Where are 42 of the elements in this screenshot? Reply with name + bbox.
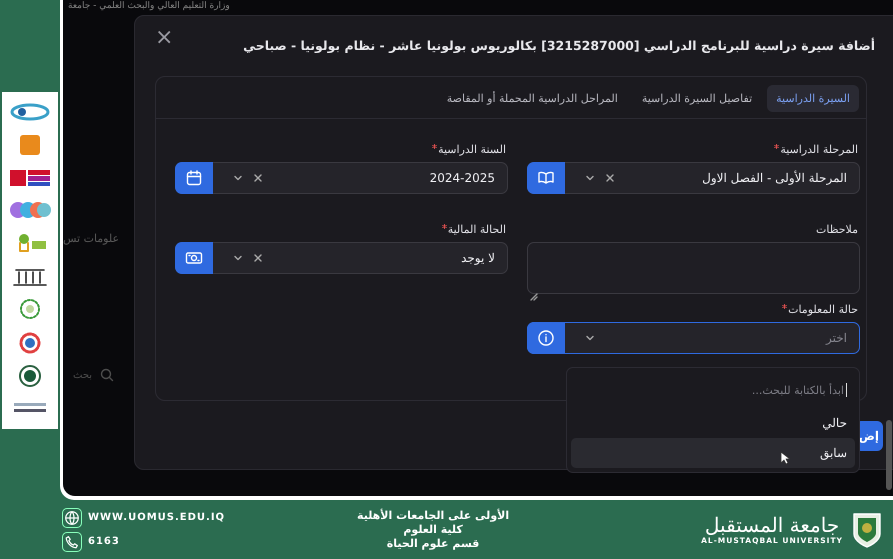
tagline-text: الأولى على الجامعات الأهلية bbox=[357, 508, 510, 522]
chevron-down-icon bbox=[585, 333, 595, 343]
calendar-icon bbox=[185, 169, 203, 187]
university-crest-icon bbox=[851, 510, 883, 548]
globe-icon bbox=[62, 508, 82, 528]
phone-text: 6163 bbox=[88, 536, 120, 547]
chevron-down-icon bbox=[233, 253, 243, 263]
section-title: علومات تس bbox=[63, 232, 120, 245]
scrollbar[interactable] bbox=[886, 420, 892, 490]
dialog-title: أضافة سيرة دراسية للبرنامج الدراسي [3215287000] بكالوريوس بولونيا عاشر - نظام بولونيا - صباحي bbox=[243, 36, 875, 53]
close-button[interactable]: × bbox=[155, 28, 174, 48]
field-label: حالة المعلومات bbox=[788, 303, 858, 316]
phone-icon bbox=[62, 532, 82, 552]
tagline-text: كلية العلوم bbox=[403, 522, 463, 536]
notes-field[interactable] bbox=[527, 242, 860, 294]
dropdown-option[interactable]: سابق bbox=[571, 438, 855, 468]
search-field[interactable]: ابدأ بالكتابة للبحث... bbox=[571, 372, 855, 408]
chevron-down-icon bbox=[585, 173, 595, 183]
icon-button[interactable] bbox=[527, 322, 565, 354]
search-placeholder: بحث bbox=[73, 370, 92, 380]
website-text: WWW.UOMUS.EDU.IQ bbox=[88, 512, 226, 523]
dropdown-option[interactable]: حالي bbox=[571, 408, 855, 438]
icon-button[interactable] bbox=[175, 162, 213, 194]
info-icon bbox=[537, 329, 555, 347]
tagline-text: قسم علوم الحياة bbox=[386, 536, 480, 550]
field-label: السنة الدراسية bbox=[438, 143, 506, 156]
field-label: الحالة المالية bbox=[448, 223, 506, 236]
chevron-down-icon bbox=[233, 173, 243, 183]
search-placeholder: ابدأ بالكتابة للبحث... bbox=[752, 384, 844, 396]
search-icon bbox=[100, 368, 114, 382]
header-text: وزارة التعليم العالي والبحث العلمي - جامعة bbox=[68, 0, 230, 12]
resize-handle-icon bbox=[530, 293, 538, 301]
field-label: المرحلة الدراسية bbox=[780, 143, 858, 156]
ranking-logo-icon bbox=[8, 101, 52, 124]
icon-button[interactable] bbox=[527, 162, 565, 194]
tab[interactable]: تفاصيل السيرة الدراسية bbox=[632, 85, 762, 112]
tab[interactable]: المراحل الدراسية المحملة أو المقاصة bbox=[438, 85, 627, 112]
field-label: ملاحظات bbox=[816, 223, 858, 236]
mouse-cursor-icon bbox=[780, 451, 790, 465]
icon-button[interactable] bbox=[175, 242, 213, 274]
university-name: جامعة المستقبل bbox=[704, 514, 840, 536]
tab[interactable]: السيرة الدراسية bbox=[767, 85, 859, 112]
